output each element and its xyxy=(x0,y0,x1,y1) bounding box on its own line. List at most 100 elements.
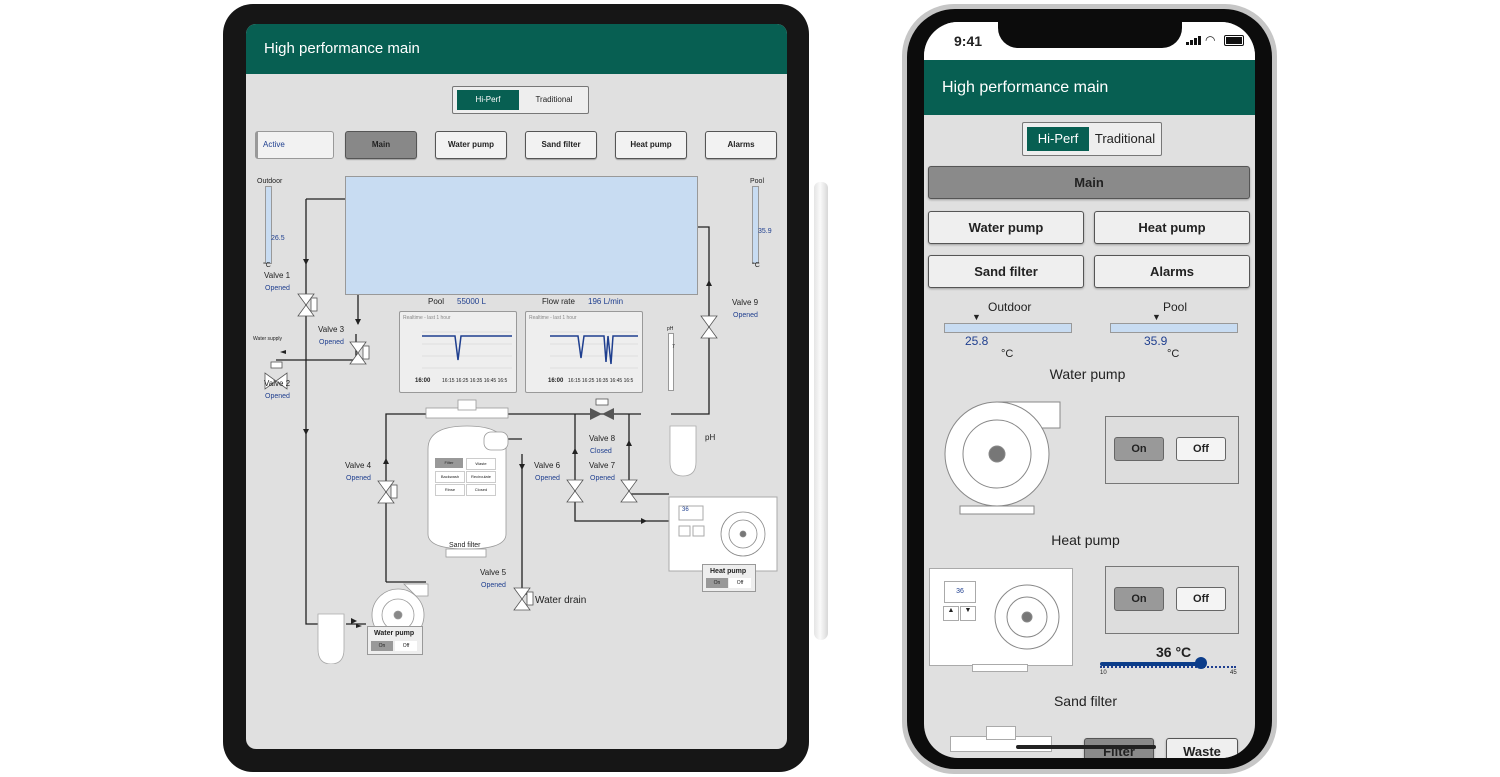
signal-icon xyxy=(1186,36,1202,45)
valve-7-name: Valve 7 xyxy=(589,461,616,470)
phone-pool-unit: °C xyxy=(1167,348,1180,360)
tablet-mode-toggle: Hi-Perf Traditional xyxy=(452,86,589,114)
tablet-flow-label: Flow rate xyxy=(542,297,575,306)
valve-8-state: Closed xyxy=(590,448,612,455)
phone-setpoint-thumb[interactable] xyxy=(1195,657,1207,669)
phone-heat-pump-on[interactable]: On xyxy=(1114,587,1164,611)
tablet-sand-filter-button[interactable]: Sand filter xyxy=(525,131,597,159)
tablet-flow-trend-ticks: 16:15 16:25 16:35 16:45 16:5 xyxy=(568,378,634,384)
tablet-pool-label: Pool xyxy=(428,297,445,306)
tablet-pool-trend-title: Realtime - last 1 hour xyxy=(403,315,451,321)
phone-pool-marker-icon: ▼ xyxy=(1152,312,1161,322)
sand-mode-waste[interactable]: Waste xyxy=(466,458,496,470)
valve-8-name: Valve 8 xyxy=(589,434,616,443)
tablet-water-pump-button[interactable]: Water pump xyxy=(435,131,507,159)
tablet-water-pump-label: Water pump xyxy=(374,630,415,637)
tablet-outdoor-label: Outdoor xyxy=(257,178,283,185)
tablet-ph-label: pH xyxy=(667,326,674,332)
phone-sand-filter-button[interactable]: Sand filter xyxy=(928,255,1084,288)
fan-icon xyxy=(994,584,1060,650)
tablet-heat-pump-label: Heat pump xyxy=(710,568,747,575)
sand-mode-rinse[interactable]: Rinse xyxy=(435,484,465,496)
phone-traditional-option[interactable]: Traditional xyxy=(1091,127,1159,151)
phone-app-bar: High performance main xyxy=(924,60,1255,115)
valve-3-name: Valve 3 xyxy=(318,325,345,334)
tablet-heat-pump-on[interactable]: On xyxy=(706,578,728,588)
phone-sand-filter-title: Sand filter xyxy=(1053,693,1118,709)
phone-heat-pump-illustration: 36 ▲ ▼ xyxy=(929,568,1073,666)
phone-heat-pump-setpoint: 36 xyxy=(944,581,976,603)
wifi-icon: ◠ xyxy=(1205,33,1216,47)
phone-alarms-button[interactable]: Alarms xyxy=(1094,255,1250,288)
tablet-pool-trend-plot xyxy=(422,331,512,369)
tablet-flow-trend-start: 16:00 xyxy=(548,378,564,384)
tablet-flow-trend: Realtime - last 1 hour 16:00 16:15 16:25… xyxy=(525,311,643,393)
phone-heat-pump-control: On Off xyxy=(1105,566,1239,634)
sand-mode-backwash[interactable]: Backwash xyxy=(435,471,465,483)
arrow-up-icon[interactable]: ▲ xyxy=(943,606,959,621)
valve-6-name: Valve 6 xyxy=(534,461,561,470)
tablet-pool-temp-value: 35.9 xyxy=(758,228,772,235)
phone-water-pump-illustration xyxy=(944,401,1061,515)
valve-4-state: Opened xyxy=(346,475,371,482)
battery-icon xyxy=(1224,35,1244,46)
ph-probe-label: pH xyxy=(705,433,716,442)
tablet-main-button[interactable]: Main xyxy=(345,131,417,159)
tablet-sand-filter-label: Sand filter xyxy=(449,542,481,549)
tablet-heat-pump-setpoint: 36 xyxy=(682,507,689,513)
phone-outdoor-value: 25.8 xyxy=(965,334,989,348)
tablet-pool-trend: Realtime - last 1 hour 16:00 16:15 16:25… xyxy=(399,311,517,393)
phone-clock: 9:41 xyxy=(954,33,983,49)
phone-water-pump-off[interactable]: Off xyxy=(1176,437,1226,461)
water-supply-label: Water supply xyxy=(253,336,282,342)
phone-pool-gauge xyxy=(1110,323,1238,333)
phone-outdoor-gauge xyxy=(944,323,1072,333)
phone-pool-value: 35.9 xyxy=(1144,334,1168,348)
phone-outdoor-unit: °C xyxy=(1001,348,1014,360)
valve-9-name: Valve 9 xyxy=(732,298,759,307)
tablet-screen: High performance main Hi-Perf Traditiona… xyxy=(246,24,787,749)
phone-setpoint-fill xyxy=(1100,662,1201,666)
tablet-flow-trend-plot xyxy=(550,331,638,369)
sand-mode-recirculate[interactable]: Recirculate xyxy=(466,471,496,483)
phone-heat-pump-button[interactable]: Heat pump xyxy=(1094,211,1250,244)
phone-main-button[interactable]: Main xyxy=(928,166,1250,199)
sand-mode-closed[interactable]: Closed xyxy=(466,484,496,496)
phone-page-title: High performance main xyxy=(942,79,1109,96)
tablet-app-bar: High performance main xyxy=(246,24,787,74)
phone-outdoor-label: Outdoor xyxy=(988,300,1032,314)
phone-outdoor-marker-icon: ▼ xyxy=(972,312,981,322)
valve-2-name: Valve 2 xyxy=(264,379,291,388)
phone-water-pump-on[interactable]: On xyxy=(1114,437,1164,461)
valve-1-name: Valve 1 xyxy=(264,271,291,280)
valve-5-name: Valve 5 xyxy=(480,568,507,577)
tablet-pool-trend-start: 16:00 xyxy=(415,378,431,384)
arrow-down-icon[interactable]: ▼ xyxy=(960,606,976,621)
tablet-water-pump-panel: Water pump On Off xyxy=(367,626,423,655)
valve-3-state: Opened xyxy=(319,339,344,346)
tablet-traditional-option[interactable]: Traditional xyxy=(523,90,585,110)
phone-hiperf-option[interactable]: Hi-Perf xyxy=(1027,127,1089,151)
valve-1-state: Opened xyxy=(265,285,290,292)
tablet-sand-filter-modes: Filter Waste Backwash Recirculate Rinse … xyxy=(433,454,497,498)
tablet-heat-pump-off[interactable]: Off xyxy=(729,578,751,588)
tablet-outdoor-unit: °C xyxy=(263,262,271,269)
phone-heat-pump-off[interactable]: Off xyxy=(1176,587,1226,611)
tablet-pool-volume: 55000 L xyxy=(457,297,486,306)
tablet-hiperf-option[interactable]: Hi-Perf xyxy=(457,90,519,110)
tablet-water-pump-on[interactable]: On xyxy=(371,641,393,651)
phone-water-pump-control: On Off xyxy=(1105,416,1239,484)
tablet-heat-pump-button[interactable]: Heat pump xyxy=(615,131,687,159)
tablet-ph-value: 7 xyxy=(672,344,675,350)
tablet-alarms-button[interactable]: Alarms xyxy=(705,131,777,159)
tablet-pool-temp-unit: °C xyxy=(752,262,760,269)
sand-mode-filter[interactable]: Filter xyxy=(435,458,463,468)
tablet-pool-tank xyxy=(345,176,698,295)
tablet-outdoor-value: 26.5 xyxy=(271,235,285,242)
phone-water-pump-button[interactable]: Water pump xyxy=(928,211,1084,244)
phone-heat-pump-base xyxy=(972,664,1028,672)
valve-9-state: Opened xyxy=(733,312,758,319)
home-indicator xyxy=(1016,745,1156,749)
tablet-water-pump-off[interactable]: Off xyxy=(395,641,417,651)
phone-sand-filter-waste[interactable]: Waste xyxy=(1166,738,1238,758)
